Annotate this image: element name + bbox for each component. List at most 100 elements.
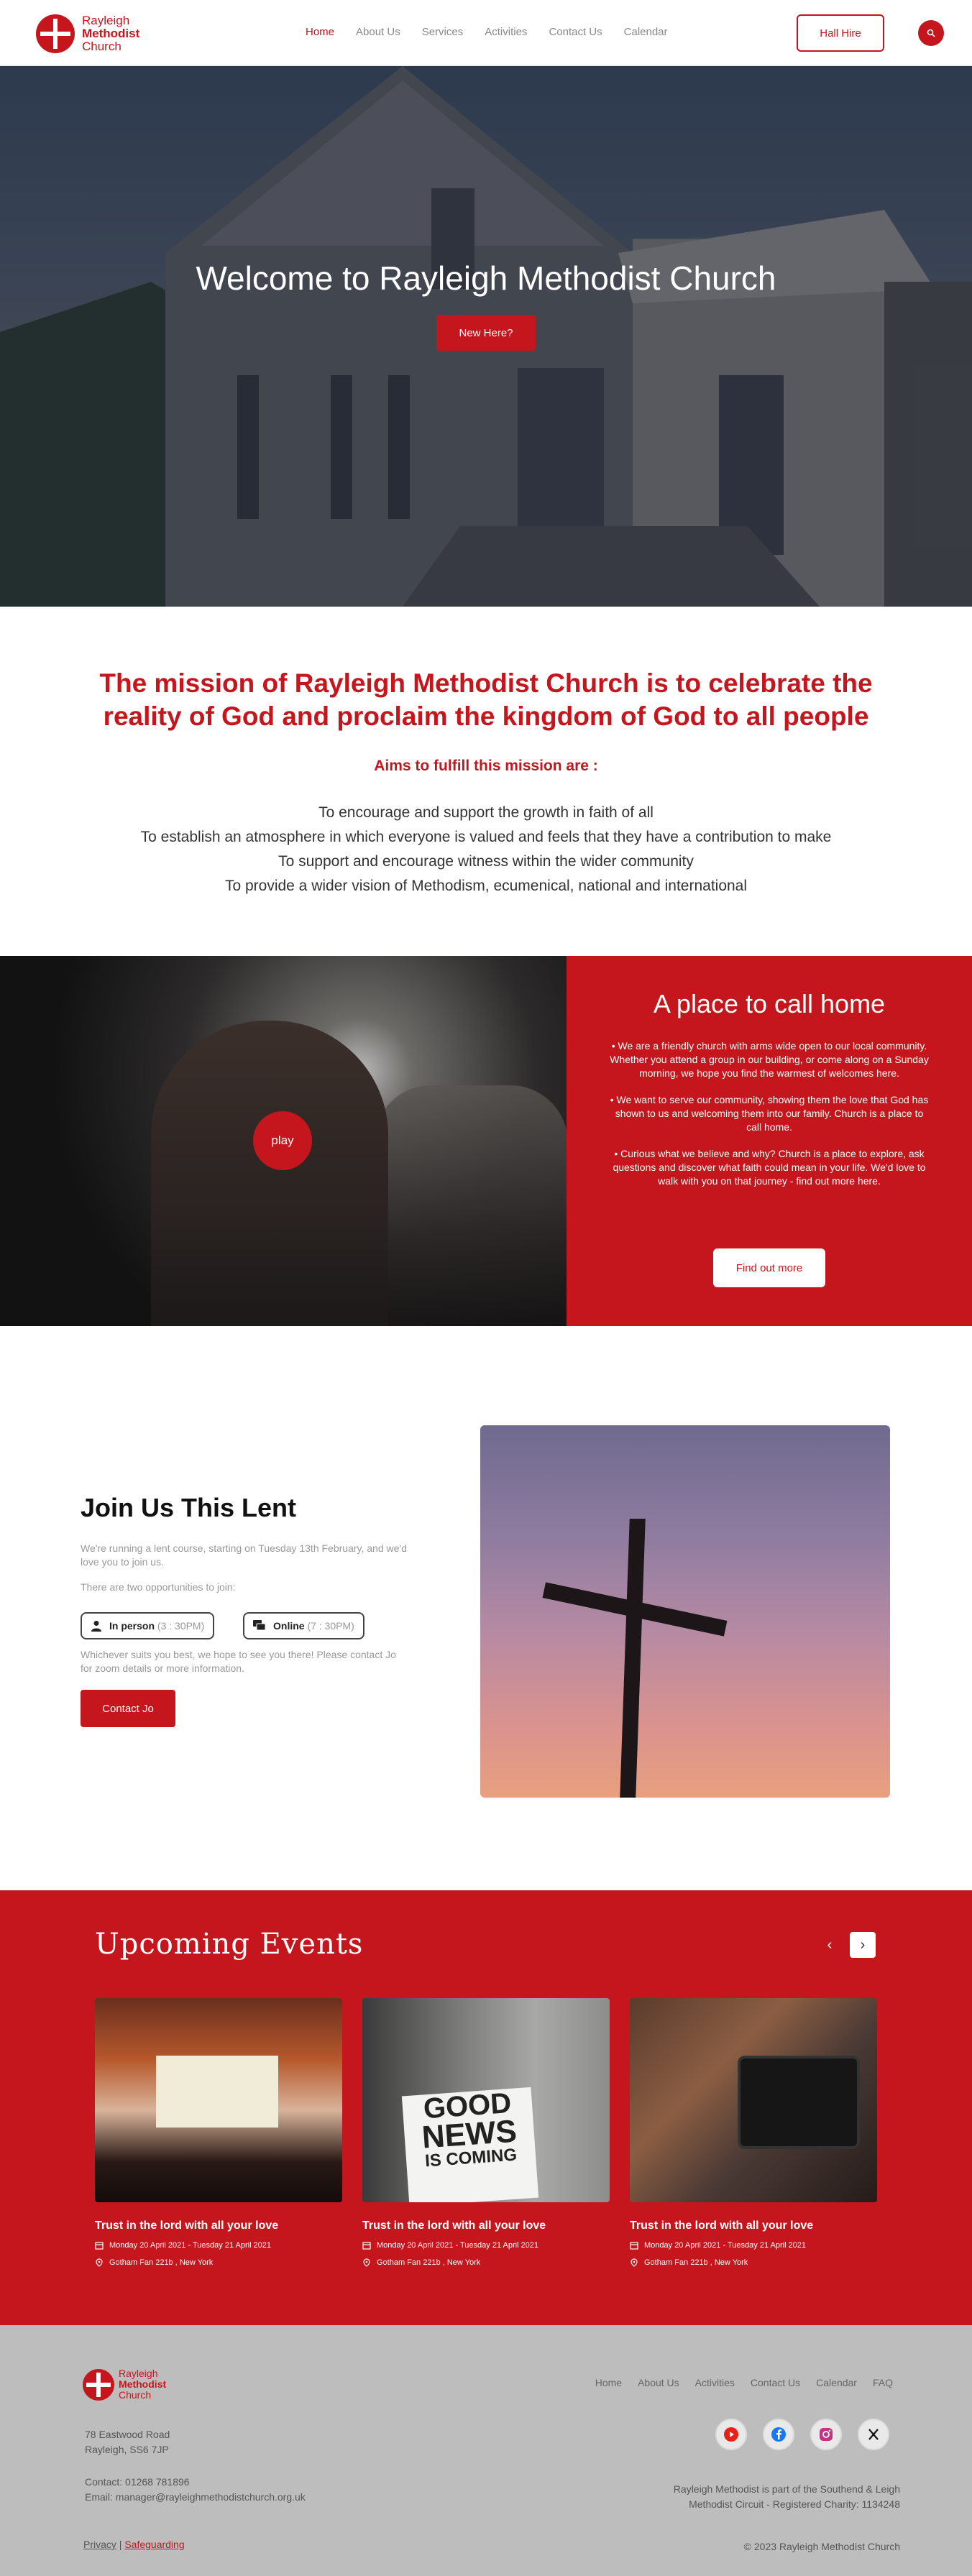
events-title: Upcoming Events: [95, 1928, 364, 1961]
hero-title: Welcome to Rayleigh Methodist Church: [196, 259, 776, 297]
hall-hire-button[interactable]: Hall Hire: [797, 14, 884, 52]
worship-video-thumbnail: play: [0, 956, 567, 1326]
find-out-more-button[interactable]: Find out more: [713, 1248, 825, 1287]
address-line-2: Rayleigh, SS6 7JP: [85, 2444, 169, 2455]
tablet-shape: [738, 2056, 860, 2149]
event-date-text: Monday 20 April 2021 - Tuesday 21 April …: [644, 2241, 807, 2250]
good-news-sign: GOOD NEWS IS COMING: [401, 2087, 539, 2202]
facebook-link[interactable]: [763, 2419, 794, 2450]
footer-address: 78 Eastwood Road Rayleigh, SS6 7JP: [85, 2427, 170, 2457]
event-card[interactable]: Trust in the lord with all your love Mon…: [630, 1998, 877, 2267]
main-nav: Home About Us Services Activities Contac…: [306, 26, 668, 38]
lent-intro: We're running a lent course, starting on…: [81, 1542, 407, 1568]
online-option[interactable]: Online (7 : 30PM): [243, 1612, 364, 1639]
events-next-button[interactable]: ›: [850, 1932, 876, 1958]
logo-line-2: Methodist: [119, 2378, 167, 2390]
nav-home[interactable]: Home: [306, 26, 334, 38]
event-location: Gotham Fan 221b , New York: [95, 2258, 342, 2267]
search-button[interactable]: [918, 20, 944, 46]
hero-section: Welcome to Rayleigh Methodist Church New…: [0, 66, 972, 607]
mission-section: The mission of Rayleigh Methodist Church…: [0, 607, 972, 956]
location-pin-icon: [631, 2258, 638, 2267]
nav-contact[interactable]: Contact Us: [549, 26, 602, 38]
search-icon: [927, 29, 935, 37]
nav-calendar[interactable]: Calendar: [624, 26, 668, 38]
new-here-button[interactable]: New Here?: [436, 315, 536, 351]
calendar-icon: [95, 2242, 104, 2250]
contact-jo-button[interactable]: Contact Jo: [81, 1690, 175, 1727]
chat-icon: [253, 1620, 266, 1631]
event-location-text: Gotham Fan 221b , New York: [644, 2258, 748, 2267]
site-footer: Rayleigh Methodist Church Home About Us …: [0, 2325, 972, 2576]
theatre-image: [95, 1998, 342, 2202]
footer-nav-home[interactable]: Home: [595, 2377, 622, 2388]
site-logo[interactable]: Rayleigh Methodist Church: [36, 14, 139, 53]
privacy-link[interactable]: Privacy: [83, 2539, 116, 2550]
event-date-text: Monday 20 April 2021 - Tuesday 21 April …: [377, 2241, 539, 2250]
event-location-text: Gotham Fan 221b , New York: [377, 2258, 481, 2267]
logo-line-3: Church: [119, 2389, 152, 2401]
event-location-text: Gotham Fan 221b , New York: [109, 2258, 214, 2267]
footer-nav-contact[interactable]: Contact Us: [751, 2377, 800, 2388]
event-date: Monday 20 April 2021 - Tuesday 21 April …: [630, 2241, 877, 2250]
footer-nav-calendar[interactable]: Calendar: [816, 2377, 857, 2388]
screen-shape: [156, 2056, 278, 2128]
tablet-image: [630, 1998, 877, 2202]
event-card[interactable]: GOOD NEWS IS COMING Trust in the lord wi…: [362, 1998, 610, 2267]
footer-nav-activities[interactable]: Activities: [695, 2377, 735, 2388]
youtube-icon: [724, 2427, 738, 2442]
contact-email[interactable]: Email: manager@rayleighmethodistchurch.o…: [85, 2490, 306, 2505]
footer-nav: Home About Us Activities Contact Us Cale…: [595, 2377, 893, 2388]
social-links: [715, 2419, 889, 2450]
logo-line-1: Rayleigh: [119, 2368, 158, 2379]
event-date-text: Monday 20 April 2021 - Tuesday 21 April …: [109, 2241, 272, 2250]
event-card[interactable]: Trust in the lord with all your love Mon…: [95, 1998, 342, 2267]
contact-phone: Contact: 01268 781896: [85, 2476, 190, 2488]
legal-links: Privacy | Safeguarding: [83, 2539, 185, 2550]
footer-logo[interactable]: Rayleigh Methodist Church: [83, 2368, 166, 2401]
user-icon: [91, 1621, 101, 1632]
logo-line-2: Methodist: [82, 27, 140, 40]
facebook-icon: [771, 2427, 786, 2442]
footer-nav-faq[interactable]: FAQ: [873, 2377, 893, 2388]
instagram-link[interactable]: [810, 2419, 842, 2450]
event-location: Gotham Fan 221b , New York: [630, 2258, 877, 2267]
safeguarding-link[interactable]: Safeguarding: [124, 2539, 184, 2550]
in-person-option[interactable]: In person (3 : 30PM): [81, 1612, 215, 1639]
footer-logo-text: Rayleigh Methodist Church: [119, 2368, 166, 2401]
play-button[interactable]: play: [253, 1111, 312, 1170]
aims-list: To encourage and support the growth in f…: [0, 801, 972, 898]
event-title: Trust in the lord with all your love: [630, 2220, 814, 2232]
location-pin-icon: [363, 2258, 370, 2267]
praying-person-shape: [151, 1021, 388, 1326]
site-header: Rayleigh Methodist Church Home About Us …: [0, 0, 972, 66]
youtube-link[interactable]: [715, 2419, 747, 2450]
aim-item: To encourage and support the growth in f…: [318, 804, 654, 821]
cross-sunset-image: [480, 1425, 890, 1798]
online-label: Online: [273, 1620, 305, 1632]
events-section: Upcoming Events ‹ › Trust in the lord wi…: [0, 1890, 972, 2325]
event-date: Monday 20 April 2021 - Tuesday 21 April …: [362, 2241, 610, 2250]
logo-line-3: Church: [82, 40, 122, 53]
legal-separator: |: [119, 2539, 122, 2550]
nav-activities[interactable]: Activities: [485, 26, 527, 38]
nav-about[interactable]: About Us: [356, 26, 400, 38]
home-panel: A place to call home We are a friendly c…: [567, 956, 972, 1326]
cross-logo-icon: [83, 2368, 114, 2401]
home-title: A place to call home: [653, 989, 886, 1018]
logo-text: Rayleigh Methodist Church: [82, 14, 139, 53]
home-bullet: We are a friendly church with arms wide …: [610, 1039, 929, 1080]
home-bullet: We want to serve our community, showing …: [610, 1093, 929, 1134]
nav-services[interactable]: Services: [422, 26, 464, 38]
event-location: Gotham Fan 221b , New York: [362, 2258, 610, 2267]
good-news-image: GOOD NEWS IS COMING: [362, 1998, 610, 2202]
lent-opportunities: There are two opportunities to join:: [81, 1581, 236, 1593]
aim-item: To support and encourage witness within …: [278, 853, 694, 870]
x-link[interactable]: [858, 2419, 889, 2450]
lent-title: Join Us This Lent: [81, 1493, 297, 1522]
cross-logo-icon: [36, 14, 75, 53]
chevron-left-icon: ‹: [827, 1936, 833, 1953]
home-bullet: Curious what we believe and why? Church …: [610, 1147, 929, 1188]
footer-nav-about[interactable]: About Us: [638, 2377, 679, 2388]
events-prev-button[interactable]: ‹: [817, 1932, 843, 1958]
